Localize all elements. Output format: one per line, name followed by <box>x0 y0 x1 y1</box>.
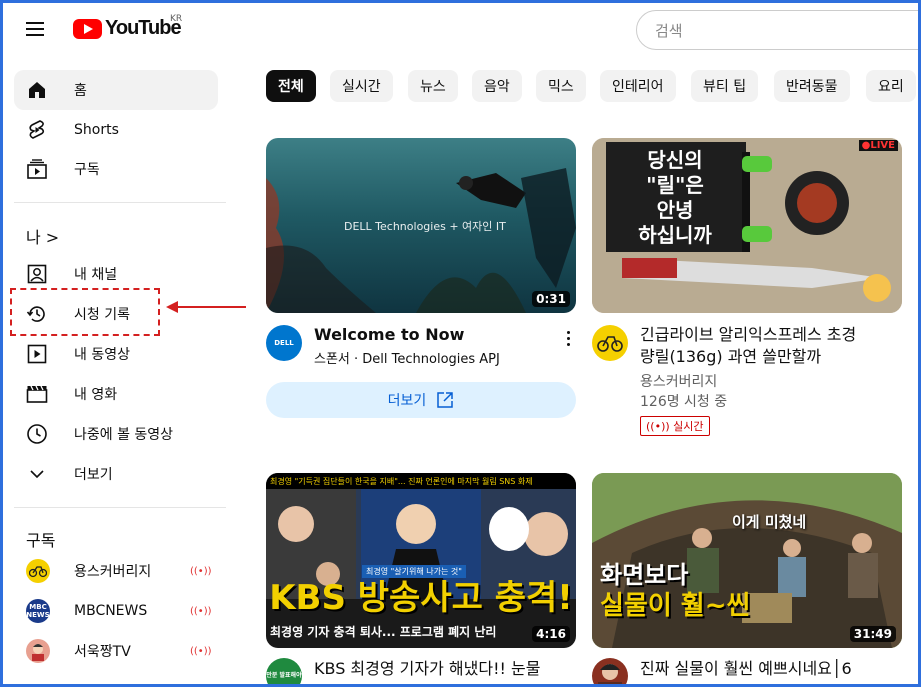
sidebar-item-label: 홈 <box>74 83 87 99</box>
video-title[interactable]: KBS 최경영 기자가 해냈다!! 눈물 <box>314 658 540 680</box>
sidebar-item-show-more[interactable]: 더보기 <box>14 454 218 494</box>
sidebar-item-home[interactable]: 홈 <box>14 70 218 110</box>
sidebar-item-my-videos[interactable]: 내 동영상 <box>14 334 218 374</box>
external-link-icon <box>437 392 454 408</box>
chip-mix[interactable]: 믹스 <box>536 70 586 102</box>
video-thumbnail[interactable]: 이게 미쳤네 화면보다 실물이 훨~씬 31:49 <box>592 473 902 648</box>
channel-avatar <box>26 639 50 663</box>
channel-icon <box>26 263 48 285</box>
thumb-line: 당신의 <box>647 148 703 172</box>
channel-avatar[interactable] <box>592 658 628 687</box>
live-indicator-icon: ((•)) <box>190 565 212 577</box>
search-placeholder: 검색 <box>655 21 683 40</box>
sidebar-item-shorts[interactable]: Shorts <box>14 110 218 150</box>
sidebar-divider <box>14 507 226 508</box>
thumbnail-subline: 최경영 기자 충격 퇴사... 프로그램 폐지 난리 <box>270 625 497 639</box>
sidebar-item-label: 나중에 볼 동영상 <box>74 427 174 443</box>
home-icon <box>26 79 48 101</box>
you-section-title[interactable]: 나 > <box>26 224 59 248</box>
live-indicator-icon: ((•)) <box>190 605 212 617</box>
history-highlight-box <box>10 288 160 336</box>
sidebar-item-label: 내 영화 <box>74 387 118 403</box>
video-views: 126명 시청 중 <box>640 394 728 410</box>
thumb-line: "릴"은 <box>646 173 704 197</box>
sidebar-item-label: 구독 <box>74 162 100 178</box>
thumbnail-caption: 최경영 "살기위해 나가는 것" <box>362 565 466 578</box>
video-thumbnail[interactable]: 당신의 "릴"은 안녕 하십니까 ●LIVE <box>592 138 902 313</box>
thumb-line: 하십니까 <box>638 223 712 247</box>
subscription-item[interactable]: 서욱짱TV ((•)) <box>14 631 218 671</box>
channel-avatar[interactable] <box>592 325 628 361</box>
video-thumbnail[interactable]: DELL Technologies + 여자인 IT 0:31 <box>266 138 576 313</box>
search-input[interactable]: 검색 <box>636 10 921 50</box>
sidebar-item-label: Shorts <box>74 122 119 138</box>
live-label: 실시간 <box>673 420 704 433</box>
shorts-icon <box>26 119 48 141</box>
sidebar-item-label: 더보기 <box>74 467 113 483</box>
channel-avatar <box>26 559 50 583</box>
thumbnail-headline: 실물이 훨~씬 <box>600 591 751 621</box>
thumbnail-overlay-text: DELL Technologies + 여자인 IT <box>344 220 506 233</box>
menu-icon[interactable] <box>24 18 52 42</box>
video-title[interactable]: Welcome to Now <box>314 324 464 346</box>
subscription-item[interactable]: MBC NEWS MBCNEWS ((•)) <box>14 591 218 631</box>
video-channel[interactable]: 용스커버리지 <box>640 372 717 392</box>
sidebar-item-watch-later[interactable]: 나중에 볼 동영상 <box>14 414 218 454</box>
chip-pets[interactable]: 반려동물 <box>774 70 850 102</box>
sidebar-item-movies[interactable]: 내 영화 <box>14 374 218 414</box>
region-code: KR <box>170 14 183 24</box>
my-videos-icon <box>26 343 48 365</box>
live-badge: ●LIVE <box>858 140 898 151</box>
live-now-badge: ((•)) 실시간 <box>640 416 710 436</box>
visit-advertiser-button[interactable]: 더보기 <box>266 382 576 418</box>
sidebar-item-label: 내 채널 <box>74 267 118 283</box>
live-indicator-icon: ((•)) <box>190 645 212 657</box>
annotation-arrow-icon <box>166 301 246 313</box>
chip-all[interactable]: 전체 <box>266 70 316 102</box>
visit-advertiser-label: 더보기 <box>387 393 427 409</box>
channel-avatar: MBC NEWS <box>26 599 50 623</box>
watch-later-icon <box>26 423 48 445</box>
chip-news[interactable]: 뉴스 <box>408 70 458 102</box>
subscriptions-section-title: 구독 <box>26 531 56 550</box>
subscription-item[interactable]: 용스커버리지 ((•)) <box>14 551 218 591</box>
thumbnail-top-caption: 최경영 "기득권 집단들이 한국을 지배"... 진짜 언론인에 마지막 월림 … <box>266 473 576 489</box>
subscription-label: 서욱짱TV <box>74 644 131 660</box>
chip-live[interactable]: 실시간 <box>330 70 393 102</box>
video-duration: 4:16 <box>532 626 570 642</box>
thumbnail-overlay-text: 당신의 "릴"은 안녕 하십니까 <box>620 148 730 248</box>
thumbnail-top-text: 이게 미쳤네 <box>732 513 807 531</box>
channel-avatar[interactable]: 만분 발표해야 <box>266 658 302 687</box>
video-duration: 31:49 <box>849 626 896 642</box>
sidebar-item-label: 내 동영상 <box>74 347 130 363</box>
video-title-line[interactable]: 량릴(136g) 과연 쓸만할까 <box>640 346 821 368</box>
channel-avatar[interactable]: DELL <box>266 325 302 361</box>
video-title[interactable]: 진짜 실물이 훨씬 예쁘시네요│6 <box>640 658 852 680</box>
subscription-label: MBCNEWS <box>74 603 148 619</box>
thumb-line: 안녕 <box>656 198 694 222</box>
youtube-logo[interactable]: YouTube <box>73 17 182 40</box>
video-channel[interactable]: 스폰서 · Dell Technologies APJ <box>314 350 500 370</box>
more-options-icon[interactable] <box>558 326 578 350</box>
subscription-label: 용스커버리지 <box>74 564 152 580</box>
sidebar-item-subscriptions[interactable]: 구독 <box>14 149 218 189</box>
video-thumbnail[interactable]: 최경영 "기득권 집단들이 한국을 지배"... 진짜 언론인에 마지막 월림 … <box>266 473 576 648</box>
thumbnail-headline: 화면보다 <box>600 561 689 589</box>
live-indicator-icon: ((•)) <box>646 420 670 433</box>
movies-icon <box>26 383 48 405</box>
video-duration: 0:31 <box>532 291 570 307</box>
thumbnail-headline: KBS 방송사고 충격! <box>269 578 573 618</box>
chevron-down-icon <box>26 463 48 485</box>
chip-interior[interactable]: 인테리어 <box>600 70 676 102</box>
sidebar-divider <box>14 202 226 203</box>
chip-beauty-tips[interactable]: 뷰티 팁 <box>691 70 759 102</box>
video-title-line[interactable]: 긴급라이브 알리익스프레스 초경 <box>640 324 856 346</box>
chip-music[interactable]: 음악 <box>472 70 522 102</box>
youtube-play-icon <box>73 18 102 39</box>
chip-cooking[interactable]: 요리 <box>866 70 916 102</box>
subscriptions-icon <box>26 158 48 180</box>
